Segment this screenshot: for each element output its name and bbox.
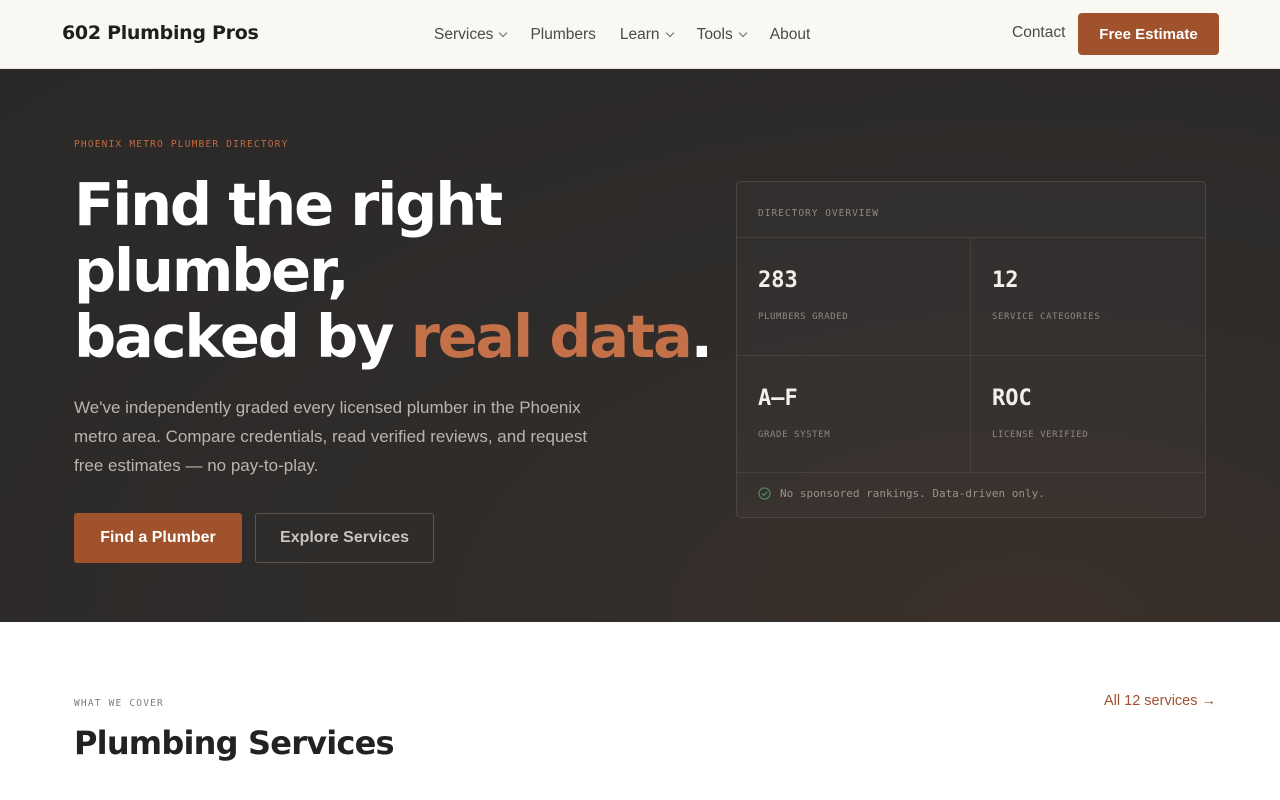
stat-plumbers-graded: 283 PLUMBERS GRADED [737,238,971,356]
free-estimate-button[interactable]: Free Estimate [1078,13,1219,55]
hero-eyebrow: PHOENIX METRO PLUMBER DIRECTORY [74,139,289,150]
nav-item-label: Tools [696,25,733,43]
hero-section: PHOENIX METRO PLUMBER DIRECTORY Find the… [0,69,1280,622]
nav-item-label: About [769,25,811,43]
stat-label: LICENSE VERIFIED [992,430,1089,440]
nav-item-services[interactable]: Services [434,25,508,44]
nav-item-learn[interactable]: Learn [619,25,674,44]
services-title: Plumbing Services [74,724,395,762]
stat-license-verified: ROC LICENSE VERIFIED [971,356,1205,473]
chevron-down-icon [738,28,747,38]
all-services-link[interactable]: All 12 services → [1104,693,1216,709]
main-menu: Services Plumbers Learn Tools About [434,0,834,69]
brand-logo[interactable]: 602 Plumbing Pros [62,22,259,44]
stat-value: ROC [992,386,1032,411]
headline-period: . [690,302,713,371]
explore-services-button[interactable]: Explore Services [255,513,434,563]
services-eyebrow: WHAT WE COVER [74,698,164,709]
stat-label: GRADE SYSTEM [758,430,831,440]
stat-service-categories: 12 SERVICE CATEGORIES [971,238,1205,356]
stat-label: PLUMBERS GRADED [758,312,849,322]
nav-item-label: Services [434,25,494,43]
stat-grade-system: A–F GRADE SYSTEM [737,356,971,473]
top-navigation: 602 Plumbing Pros Services Plumbers Lear… [0,0,1280,69]
directory-overview-card: DIRECTORY OVERVIEW 283 PLUMBERS GRADED 1… [736,181,1206,518]
headline-accent: real data [410,302,693,371]
hero-headline: Find the right plumber, backed by real d… [74,172,734,370]
find-plumber-button[interactable]: Find a Plumber [74,513,242,563]
nav-item-label: Plumbers [530,25,596,43]
card-footer: No sponsored rankings. Data-driven only. [737,473,1205,500]
stat-value: A–F [758,386,798,411]
nav-item-about[interactable]: About [770,26,811,44]
nav-item-label: Learn [619,25,660,43]
nav-item-plumbers[interactable]: Plumbers [530,26,595,44]
card-footer-text: No sponsored rankings. Data-driven only. [780,487,1045,500]
contact-link[interactable]: Contact [1012,24,1065,42]
nav-item-tools[interactable]: Tools [696,25,747,44]
check-circle-icon [758,487,771,500]
stat-value: 283 [758,268,798,293]
card-title: DIRECTORY OVERVIEW [737,182,1205,238]
chevron-down-icon [499,28,508,38]
headline-line-2: plumber, [74,236,350,305]
headline-line-3: backed by [74,302,411,371]
hero-subtext: We've independently graded every license… [74,398,588,475]
stat-label: SERVICE CATEGORIES [992,312,1101,322]
chevron-down-icon [665,28,674,38]
stats-grid: 283 PLUMBERS GRADED 12 SERVICE CATEGORIE… [737,238,1205,473]
headline-line-1: Find the right [74,170,503,239]
stat-value: 12 [992,268,1019,293]
